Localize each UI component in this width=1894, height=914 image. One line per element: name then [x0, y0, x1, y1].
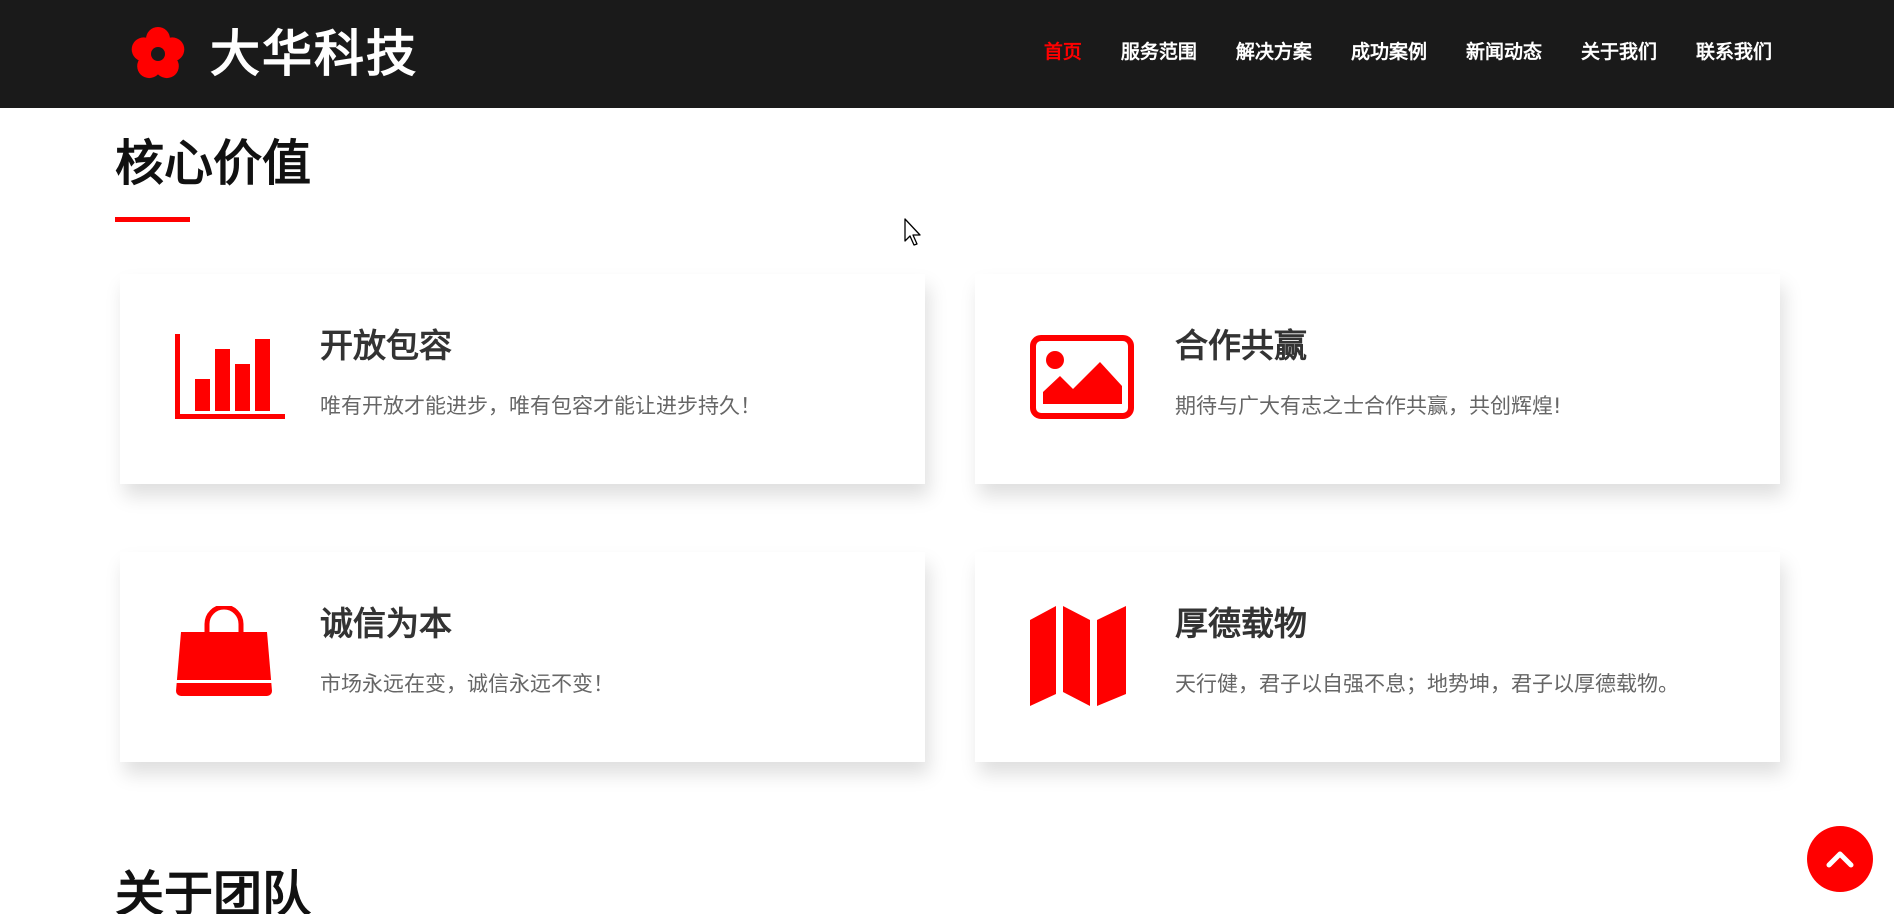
map-icon	[1030, 606, 1145, 706]
page: 大华科技 首页 服务范围 解决方案 成功案例 新闻动态 关于我们 联系我们 核心…	[0, 0, 1894, 914]
chevron-up-icon	[1826, 851, 1854, 868]
card-title: 合作共赢	[1175, 326, 1307, 365]
card-desc: 期待与广大有志之士合作共赢，共创辉煌!	[1175, 394, 1562, 418]
back-to-top-button[interactable]	[1807, 826, 1873, 892]
nav-item-cases[interactable]: 成功案例	[1351, 37, 1427, 64]
main-nav: 首页 服务范围 解决方案 成功案例 新闻动态 关于我们 联系我们	[1005, 0, 1772, 100]
image-icon	[1030, 334, 1145, 424]
nav-item-home[interactable]: 首页	[1044, 37, 1082, 64]
card-desc: 唯有开放才能进步，唯有包容才能让进步持久！	[320, 394, 761, 418]
card-desc: 市场永远在变，诚信永远不变！	[320, 672, 614, 696]
section-title-core-values: 核心价值	[115, 135, 312, 192]
title-underline	[115, 217, 190, 222]
nav-item-news[interactable]: 新闻动态	[1466, 37, 1542, 64]
nav-item-services[interactable]: 服务范围	[1121, 37, 1197, 64]
card-title: 开放包容	[320, 326, 452, 365]
flower-icon	[131, 27, 185, 79]
value-card-cooperation: 合作共赢 期待与广大有志之士合作共赢，共创辉煌!	[975, 274, 1780, 484]
value-card-virtue: 厚德载物 天行健，君子以自强不息；地势坤，君子以厚德载物。	[975, 552, 1780, 762]
site-header: 大华科技 首页 服务范围 解决方案 成功案例 新闻动态 关于我们 联系我们	[0, 0, 1894, 108]
card-title: 诚信为本	[320, 604, 452, 643]
section-title-about-team: 关于团队	[115, 866, 312, 914]
logo-text: 大华科技	[210, 25, 418, 83]
value-card-openness: 开放包容 唯有开放才能进步，唯有包容才能让进步持久！	[120, 274, 925, 484]
value-card-integrity: 诚信为本 市场永远在变，诚信永远不变！	[120, 552, 925, 762]
mouse-cursor-icon	[904, 218, 921, 246]
nav-item-solutions[interactable]: 解决方案	[1236, 37, 1312, 64]
nav-item-about[interactable]: 关于我们	[1581, 37, 1657, 64]
bar-chart-icon	[175, 334, 290, 424]
shopping-bag-icon	[175, 606, 290, 696]
logo[interactable]: 大华科技	[128, 24, 418, 84]
nav-item-contact[interactable]: 联系我们	[1696, 37, 1772, 64]
card-title: 厚德载物	[1175, 604, 1307, 643]
card-desc: 天行健，君子以自强不息；地势坤，君子以厚德载物。	[1175, 672, 1679, 696]
